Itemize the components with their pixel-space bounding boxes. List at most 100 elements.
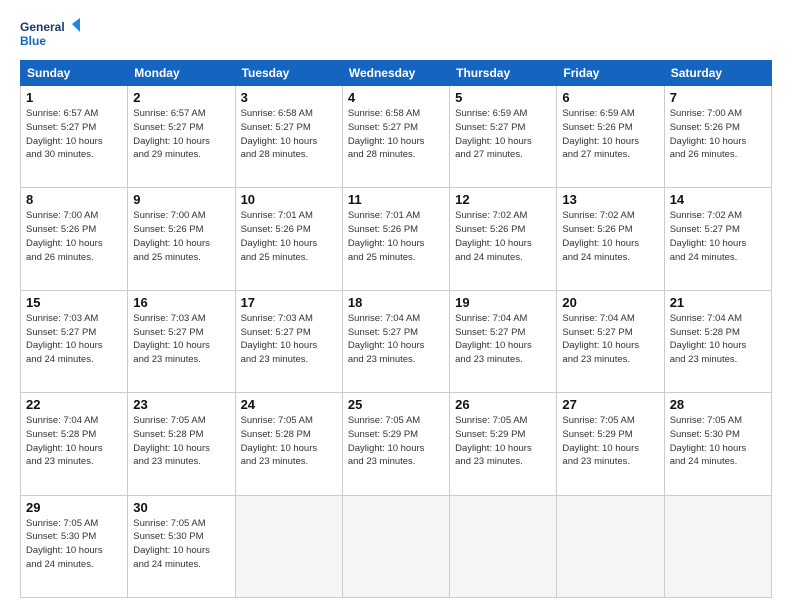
- day-info: Sunrise: 7:05 AMSunset: 5:30 PMDaylight:…: [670, 414, 766, 469]
- calendar-cell: 16 Sunrise: 7:03 AMSunset: 5:27 PMDayligh…: [128, 290, 235, 392]
- day-info: Sunrise: 6:58 AMSunset: 5:27 PMDaylight:…: [348, 107, 444, 162]
- day-number: 25: [348, 397, 444, 412]
- day-info: Sunrise: 6:57 AMSunset: 5:27 PMDaylight:…: [26, 107, 122, 162]
- day-info: Sunrise: 7:00 AMSunset: 5:26 PMDaylight:…: [670, 107, 766, 162]
- day-info: Sunrise: 7:00 AMSunset: 5:26 PMDaylight:…: [133, 209, 229, 264]
- calendar-cell: 1 Sunrise: 6:57 AMSunset: 5:27 PMDaylight…: [21, 86, 128, 188]
- day-number: 27: [562, 397, 658, 412]
- day-number: 5: [455, 90, 551, 105]
- day-number: 4: [348, 90, 444, 105]
- day-number: 2: [133, 90, 229, 105]
- day-info: Sunrise: 7:03 AMSunset: 5:27 PMDaylight:…: [26, 312, 122, 367]
- day-info: Sunrise: 7:04 AMSunset: 5:28 PMDaylight:…: [26, 414, 122, 469]
- calendar-cell: 18Sunrise: 7:04 AMSunset: 5:27 PMDayligh…: [342, 290, 449, 392]
- day-info: Sunrise: 6:59 AMSunset: 5:26 PMDaylight:…: [562, 107, 658, 162]
- day-number: 9: [133, 192, 229, 207]
- calendar-cell: 13 Sunrise: 7:02 AMSunset: 5:26 PMDayligh…: [557, 188, 664, 290]
- logo: General Blue: [20, 18, 80, 50]
- calendar-week-5: 29 Sunrise: 7:05 AMSunset: 5:30 PMDayligh…: [21, 495, 772, 597]
- day-info: Sunrise: 7:03 AMSunset: 5:27 PMDaylight:…: [133, 312, 229, 367]
- svg-text:General: General: [20, 20, 65, 34]
- day-info: Sunrise: 7:01 AMSunset: 5:26 PMDaylight:…: [241, 209, 337, 264]
- calendar-cell: 28 Sunrise: 7:05 AMSunset: 5:30 PMDayligh…: [664, 393, 771, 495]
- day-info: Sunrise: 7:05 AMSunset: 5:29 PMDaylight:…: [455, 414, 551, 469]
- day-number: 23: [133, 397, 229, 412]
- day-info: Sunrise: 7:00 AMSunset: 5:26 PMDaylight:…: [26, 209, 122, 264]
- calendar-cell: 5 Sunrise: 6:59 AMSunset: 5:27 PMDaylight…: [450, 86, 557, 188]
- day-info: Sunrise: 7:02 AMSunset: 5:27 PMDaylight:…: [670, 209, 766, 264]
- calendar-cell: 9 Sunrise: 7:00 AMSunset: 5:26 PMDaylight…: [128, 188, 235, 290]
- calendar-cell: 17Sunrise: 7:03 AMSunset: 5:27 PMDayligh…: [235, 290, 342, 392]
- day-number: 24: [241, 397, 337, 412]
- day-info: Sunrise: 7:04 AMSunset: 5:27 PMDaylight:…: [455, 312, 551, 367]
- day-number: 3: [241, 90, 337, 105]
- day-info: Sunrise: 7:01 AMSunset: 5:26 PMDaylight:…: [348, 209, 444, 264]
- logo-svg: General Blue: [20, 18, 80, 50]
- calendar-cell: 21 Sunrise: 7:04 AMSunset: 5:28 PMDayligh…: [664, 290, 771, 392]
- calendar-cell: 24 Sunrise: 7:05 AMSunset: 5:28 PMDayligh…: [235, 393, 342, 495]
- calendar-cell: [557, 495, 664, 597]
- col-header-sunday: Sunday: [21, 61, 128, 86]
- day-info: Sunrise: 7:02 AMSunset: 5:26 PMDaylight:…: [455, 209, 551, 264]
- day-info: Sunrise: 7:04 AMSunset: 5:27 PMDaylight:…: [562, 312, 658, 367]
- calendar-cell: 11Sunrise: 7:01 AMSunset: 5:26 PMDayligh…: [342, 188, 449, 290]
- day-info: Sunrise: 7:05 AMSunset: 5:29 PMDaylight:…: [562, 414, 658, 469]
- day-number: 21: [670, 295, 766, 310]
- day-info: Sunrise: 6:58 AMSunset: 5:27 PMDaylight:…: [241, 107, 337, 162]
- day-number: 14: [670, 192, 766, 207]
- day-info: Sunrise: 6:57 AMSunset: 5:27 PMDaylight:…: [133, 107, 229, 162]
- day-info: Sunrise: 7:05 AMSunset: 5:29 PMDaylight:…: [348, 414, 444, 469]
- calendar-cell: 30 Sunrise: 7:05 AMSunset: 5:30 PMDayligh…: [128, 495, 235, 597]
- calendar-cell: 19 Sunrise: 7:04 AMSunset: 5:27 PMDayligh…: [450, 290, 557, 392]
- day-number: 6: [562, 90, 658, 105]
- day-number: 15: [26, 295, 122, 310]
- day-number: 19: [455, 295, 551, 310]
- day-number: 12: [455, 192, 551, 207]
- day-info: Sunrise: 7:02 AMSunset: 5:26 PMDaylight:…: [562, 209, 658, 264]
- col-header-friday: Friday: [557, 61, 664, 86]
- col-header-wednesday: Wednesday: [342, 61, 449, 86]
- calendar-cell: 15 Sunrise: 7:03 AMSunset: 5:27 PMDayligh…: [21, 290, 128, 392]
- calendar-cell: 26 Sunrise: 7:05 AMSunset: 5:29 PMDayligh…: [450, 393, 557, 495]
- day-info: Sunrise: 7:05 AMSunset: 5:28 PMDaylight:…: [133, 414, 229, 469]
- calendar-cell: 3 Sunrise: 6:58 AMSunset: 5:27 PMDaylight…: [235, 86, 342, 188]
- day-number: 28: [670, 397, 766, 412]
- calendar-week-1: 1 Sunrise: 6:57 AMSunset: 5:27 PMDaylight…: [21, 86, 772, 188]
- calendar-cell: 25 Sunrise: 7:05 AMSunset: 5:29 PMDayligh…: [342, 393, 449, 495]
- calendar-cell: 14 Sunrise: 7:02 AMSunset: 5:27 PMDayligh…: [664, 188, 771, 290]
- day-info: Sunrise: 7:05 AMSunset: 5:30 PMDaylight:…: [133, 517, 229, 572]
- calendar-cell: [664, 495, 771, 597]
- day-number: 18: [348, 295, 444, 310]
- day-info: Sunrise: 7:04 AMSunset: 5:28 PMDaylight:…: [670, 312, 766, 367]
- calendar-week-2: 8 Sunrise: 7:00 AMSunset: 5:26 PMDaylight…: [21, 188, 772, 290]
- day-number: 1: [26, 90, 122, 105]
- day-number: 8: [26, 192, 122, 207]
- day-info: Sunrise: 7:05 AMSunset: 5:28 PMDaylight:…: [241, 414, 337, 469]
- day-number: 29: [26, 500, 122, 515]
- day-number: 16: [133, 295, 229, 310]
- svg-text:Blue: Blue: [20, 34, 46, 48]
- calendar-cell: 10Sunrise: 7:01 AMSunset: 5:26 PMDayligh…: [235, 188, 342, 290]
- calendar-cell: [342, 495, 449, 597]
- day-info: Sunrise: 6:59 AMSunset: 5:27 PMDaylight:…: [455, 107, 551, 162]
- calendar-cell: 23 Sunrise: 7:05 AMSunset: 5:28 PMDayligh…: [128, 393, 235, 495]
- col-header-tuesday: Tuesday: [235, 61, 342, 86]
- page: General Blue SundayMondayTuesdayWednesda…: [0, 0, 792, 612]
- calendar-cell: 7 Sunrise: 7:00 AMSunset: 5:26 PMDaylight…: [664, 86, 771, 188]
- calendar-cell: 12 Sunrise: 7:02 AMSunset: 5:26 PMDayligh…: [450, 188, 557, 290]
- day-number: 30: [133, 500, 229, 515]
- day-number: 13: [562, 192, 658, 207]
- calendar-cell: 20Sunrise: 7:04 AMSunset: 5:27 PMDayligh…: [557, 290, 664, 392]
- calendar-cell: 29 Sunrise: 7:05 AMSunset: 5:30 PMDayligh…: [21, 495, 128, 597]
- calendar-cell: 22Sunrise: 7:04 AMSunset: 5:28 PMDayligh…: [21, 393, 128, 495]
- calendar-cell: 27 Sunrise: 7:05 AMSunset: 5:29 PMDayligh…: [557, 393, 664, 495]
- day-number: 17: [241, 295, 337, 310]
- calendar-cell: 2 Sunrise: 6:57 AMSunset: 5:27 PMDaylight…: [128, 86, 235, 188]
- day-number: 7: [670, 90, 766, 105]
- day-info: Sunrise: 7:05 AMSunset: 5:30 PMDaylight:…: [26, 517, 122, 572]
- col-header-saturday: Saturday: [664, 61, 771, 86]
- col-header-thursday: Thursday: [450, 61, 557, 86]
- calendar-week-4: 22Sunrise: 7:04 AMSunset: 5:28 PMDayligh…: [21, 393, 772, 495]
- day-number: 26: [455, 397, 551, 412]
- col-header-monday: Monday: [128, 61, 235, 86]
